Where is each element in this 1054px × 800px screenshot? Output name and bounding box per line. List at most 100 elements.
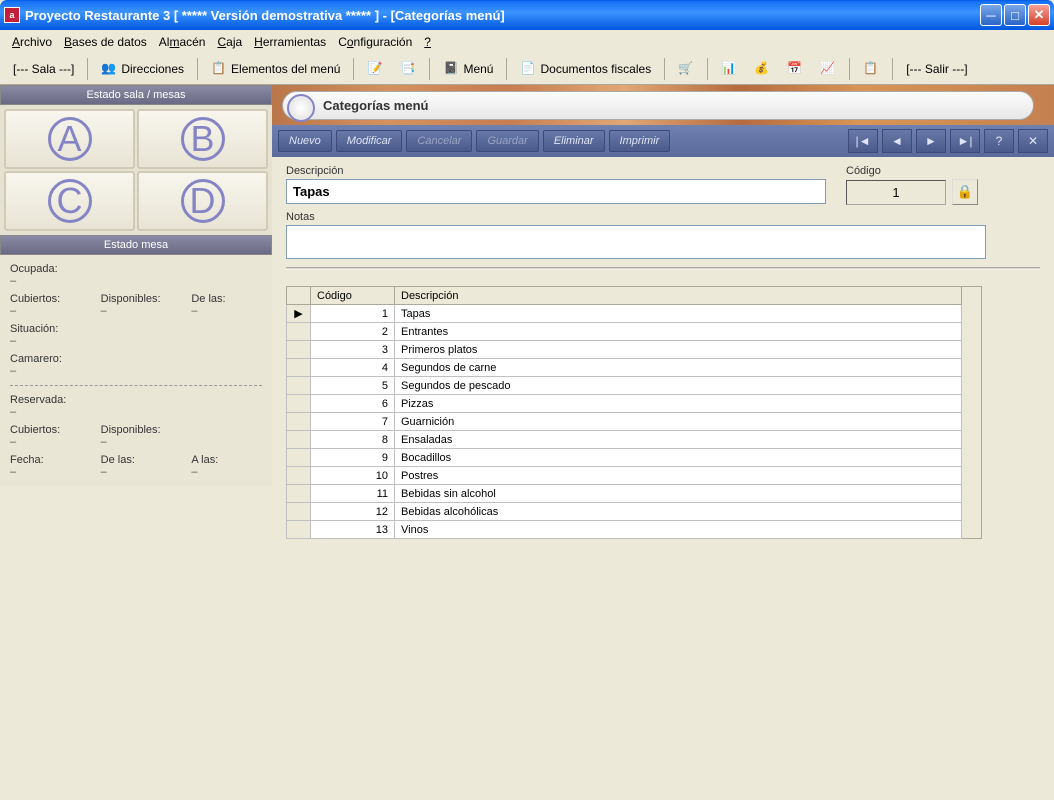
menu-items-icon: 📋 (211, 61, 227, 77)
cell-codigo: 1 (311, 305, 395, 323)
table-row[interactable]: 13Vinos (287, 521, 962, 539)
nav-help[interactable]: ? (984, 129, 1014, 153)
table-row[interactable]: 10Postres (287, 467, 962, 485)
money-icon: 💰 (754, 61, 770, 77)
cod-input[interactable] (846, 180, 946, 205)
tb-icon6[interactable]: 📅 (780, 57, 810, 81)
guardar-button[interactable]: Guardar (476, 130, 538, 152)
table-c[interactable]: C (4, 171, 135, 231)
tb-icon8[interactable]: 📋 (856, 57, 886, 81)
menu-herramientas[interactable]: Herramientas (250, 33, 330, 51)
ocupada-label: Ocupada: (10, 263, 262, 275)
cell-desc: Vinos (395, 521, 962, 539)
tb-direcciones[interactable]: 👥Direcciones (94, 57, 191, 81)
table-row[interactable]: 5Segundos de pescado (287, 377, 962, 395)
tb-menu[interactable]: 📓Menú (436, 57, 500, 81)
cell-desc: Tapas (395, 305, 962, 323)
tb-icon1[interactable]: 📝 (360, 57, 390, 81)
page-title-pill: Categorías menú (282, 91, 1034, 120)
tb-elementos[interactable]: 📋Elementos del menú (204, 57, 347, 81)
row-indicator (287, 377, 311, 395)
table-row[interactable]: 9Bocadillos (287, 449, 962, 467)
cell-codigo: 2 (311, 323, 395, 341)
notas-label: Notas (286, 211, 1040, 223)
lock-button[interactable]: 🔒 (952, 179, 978, 205)
table-row[interactable]: 12Bebidas alcohólicas (287, 503, 962, 521)
cod-label: Código (846, 165, 978, 177)
page-title: Categorías menú (323, 98, 428, 113)
menu-bases[interactable]: Bases de datos (60, 33, 151, 51)
tb-icon4[interactable]: 📊 (714, 57, 744, 81)
maximize-button[interactable]: □ (1004, 4, 1026, 26)
toolbar: [--- Sala ---] 👥Direcciones 📋Elementos d… (0, 54, 1054, 85)
window-title: Proyecto Restaurante 3 [ ***** Versión d… (25, 8, 505, 23)
table-row[interactable]: 2Entrantes (287, 323, 962, 341)
row-indicator (287, 395, 311, 413)
tb-docs[interactable]: 📄Documentos fiscales (513, 57, 658, 81)
cell-desc: Guarnición (395, 413, 962, 431)
nav-first[interactable]: |◄ (848, 129, 878, 153)
menu-archivo[interactable]: Archivo (8, 33, 56, 51)
tb-icon7[interactable]: 📈 (813, 57, 843, 81)
table-row[interactable]: ▶1Tapas (287, 305, 962, 323)
table-row[interactable]: 11Bebidas sin alcohol (287, 485, 962, 503)
titlebar: a Proyecto Restaurante 3 [ ***** Versión… (0, 0, 1054, 30)
alas-label: A las: (191, 454, 262, 466)
nav-prev[interactable]: ◄ (882, 129, 912, 153)
th-desc[interactable]: Descripción (395, 287, 962, 305)
menu-help[interactable]: ? (420, 33, 435, 51)
camarero-label: Camarero: (10, 353, 262, 365)
notas-input[interactable] (286, 225, 986, 259)
table-row[interactable]: 3Primeros platos (287, 341, 962, 359)
th-codigo[interactable]: Código (311, 287, 395, 305)
eliminar-button[interactable]: Eliminar (543, 130, 605, 152)
list-icon: 📑 (400, 61, 416, 77)
tb-icon2[interactable]: 📑 (393, 57, 423, 81)
row-indicator (287, 467, 311, 485)
nuevo-button[interactable]: Nuevo (278, 130, 332, 152)
table-grid: A B C D (0, 105, 272, 235)
graph-icon: 📈 (820, 61, 836, 77)
tb-sala[interactable]: [--- Sala ---] (6, 58, 81, 80)
cell-codigo: 10 (311, 467, 395, 485)
table-row[interactable]: 6Pizzas (287, 395, 962, 413)
nav-last[interactable]: ►| (950, 129, 980, 153)
table-row[interactable]: 7Guarnición (287, 413, 962, 431)
row-indicator: ▶ (287, 305, 311, 323)
title-circle-icon (287, 94, 315, 122)
close-button[interactable]: ✕ (1028, 4, 1050, 26)
table-a[interactable]: A (4, 109, 135, 169)
row-indicator (287, 341, 311, 359)
decorative-header: Categorías menú (272, 85, 1054, 125)
book-icon: 📓 (443, 61, 459, 77)
minimize-button[interactable]: ─ (980, 4, 1002, 26)
row-indicator (287, 503, 311, 521)
menu-caja[interactable]: Caja (213, 33, 246, 51)
imprimir-button[interactable]: Imprimir (609, 130, 671, 152)
table-b[interactable]: B (137, 109, 268, 169)
cubiertos-label: Cubiertos: (10, 293, 81, 305)
cell-codigo: 4 (311, 359, 395, 377)
cell-codigo: 11 (311, 485, 395, 503)
table-row[interactable]: 4Segundos de carne (287, 359, 962, 377)
cancelar-button[interactable]: Cancelar (406, 130, 472, 152)
menu-config[interactable]: Configuración (334, 33, 416, 51)
desc-input[interactable] (286, 179, 826, 204)
mesa-header: Estado mesa (0, 235, 272, 255)
cell-codigo: 8 (311, 431, 395, 449)
nav-close[interactable]: ✕ (1018, 129, 1048, 153)
table-row[interactable]: 8Ensaladas (287, 431, 962, 449)
ocupada-value: – (10, 275, 262, 287)
modificar-button[interactable]: Modificar (336, 130, 403, 152)
tb-icon3[interactable]: 🛒 (671, 57, 701, 81)
menu-almacen[interactable]: Almacén (155, 33, 210, 51)
row-indicator (287, 323, 311, 341)
tb-salir[interactable]: [--- Salir ---] (899, 58, 974, 80)
table-scrollbar[interactable] (962, 286, 982, 539)
row-indicator (287, 413, 311, 431)
delas-label: De las: (191, 293, 262, 305)
table-d[interactable]: D (137, 171, 268, 231)
tb-icon5[interactable]: 💰 (747, 57, 777, 81)
nav-next[interactable]: ► (916, 129, 946, 153)
categories-table[interactable]: Código Descripción ▶1Tapas2Entrantes3Pri… (286, 286, 962, 539)
